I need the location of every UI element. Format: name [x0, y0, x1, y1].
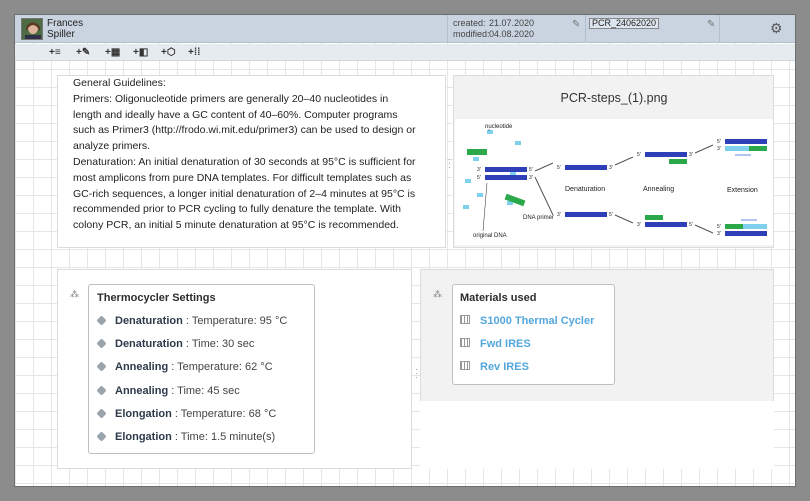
settings-row[interactable]: Annealing : Temperature: 62 °C	[96, 361, 273, 373]
modified-date: 04.08.2020	[489, 29, 535, 39]
sample-hub-icon[interactable]: ⁂	[70, 289, 79, 300]
guidelines-text: General Guidelines: Primers: Oligonucleo…	[73, 76, 447, 234]
settings-row[interactable]: Elongation : Temperature: 68 °C	[96, 408, 276, 420]
svg-text:3': 3'	[637, 222, 641, 228]
guideline-line: such as Primer3 (http://frodo.wi.mit.edu…	[73, 124, 416, 137]
gear-icon[interactable]: ⚙	[770, 20, 783, 37]
add-text-button[interactable]: +≡	[49, 46, 61, 59]
materials-title: Materials used	[460, 292, 537, 304]
header-divider	[585, 15, 586, 43]
cube-icon	[96, 431, 107, 442]
svg-text:3': 3'	[557, 212, 561, 218]
extension-label: Extension	[727, 187, 758, 194]
svg-text:5': 5'	[637, 152, 641, 158]
extended-primer	[725, 224, 743, 229]
denatured-strand	[565, 165, 607, 170]
edit-date-pencil-icon[interactable]: ✎	[572, 19, 580, 30]
toolbar: +≡ +✎ +▦ +◧ +⬡ +⁞⁞	[15, 44, 795, 61]
user-first-name: Frances	[47, 18, 84, 29]
thermocycler-title: Thermocycler Settings	[97, 292, 216, 304]
svg-text:5': 5'	[689, 222, 693, 228]
svg-text:5': 5'	[557, 165, 561, 171]
extended-strand	[725, 231, 767, 236]
created-label: created:	[453, 18, 486, 28]
svg-text:5': 5'	[609, 212, 613, 218]
denatured-strand	[565, 212, 607, 217]
avatar[interactable]	[21, 18, 43, 40]
original-dna-label: original DNA	[473, 233, 507, 239]
settings-row[interactable]: Annealing : Time: 45 sec	[96, 385, 240, 397]
cube-icon	[96, 361, 107, 372]
primer-strand	[467, 149, 487, 155]
guideline-line: most amplicons from pure DNA templates. …	[73, 171, 412, 184]
svg-text:3': 3'	[717, 231, 721, 237]
header-bar: Frances Spiller created: 21.07.2020 modif…	[15, 15, 795, 43]
panel-resize-handle[interactable]: · · ·	[448, 155, 451, 172]
guideline-line: length and ideally have a GC content of …	[73, 108, 398, 121]
created-date: 21.07.2020	[489, 18, 535, 28]
edit-title-pencil-icon[interactable]: ✎	[707, 19, 715, 30]
settings-row[interactable]: Denaturation : Temperature: 95 °C	[96, 315, 287, 327]
guideline-line: Denaturation: An initial denaturation of…	[73, 155, 416, 168]
add-drawing-button[interactable]: +✎	[76, 46, 90, 59]
equipment-icon	[460, 361, 470, 370]
add-table-button[interactable]: +▦	[105, 46, 120, 59]
image-filename: PCR-steps_(1).png	[560, 91, 668, 105]
cube-icon	[96, 385, 107, 396]
add-image-button[interactable]: +◧	[133, 46, 148, 59]
dna-strand-bottom	[485, 175, 527, 180]
add-sample-button[interactable]: +⬡	[161, 46, 176, 59]
svg-text:3': 3'	[529, 175, 533, 181]
svg-text:5': 5'	[477, 175, 481, 181]
settings-row[interactable]: Elongation : Time: 1.5 minute(s)	[96, 431, 275, 443]
header-divider	[447, 15, 448, 43]
header-divider	[719, 15, 720, 43]
material-link[interactable]: Fwd IRES	[480, 338, 531, 350]
extended-primer	[749, 146, 767, 151]
guideline-line: Primers: Oligonucleotide primers are gen…	[73, 92, 389, 105]
svg-text:3': 3'	[717, 146, 721, 152]
cube-icon	[96, 338, 107, 349]
material-link[interactable]: Rev IRES	[480, 361, 529, 373]
guideline-line: General Guidelines:	[73, 77, 166, 89]
svg-text:5': 5'	[717, 224, 721, 230]
annealed-strand	[645, 222, 687, 227]
guideline-line: analyze primers.	[73, 140, 151, 153]
annealed-strand	[645, 152, 687, 157]
app-window: Frances Spiller created: 21.07.2020 modif…	[14, 14, 796, 487]
experiment-title-field[interactable]: PCR_24062020	[589, 18, 659, 29]
guideline-line: colony PCR, an initial 5 minute denatura…	[73, 219, 399, 232]
annealed-primer	[669, 159, 687, 164]
guideline-line: GC-rich sequences, a longer initial dena…	[73, 187, 416, 200]
denaturation-label: Denaturation	[565, 186, 605, 193]
sample-hub-icon[interactable]: ⁂	[433, 289, 442, 300]
annealed-primer	[645, 215, 663, 220]
materials-panel-footer	[420, 401, 774, 469]
panel-resize-handle[interactable]: · · ·	[415, 365, 418, 382]
svg-text:5': 5'	[717, 139, 721, 145]
svg-text:3': 3'	[477, 167, 481, 173]
equipment-icon	[460, 315, 470, 324]
cube-icon	[96, 315, 107, 326]
add-grid-button[interactable]: +⁞⁞	[188, 46, 201, 59]
svg-text:3': 3'	[609, 165, 613, 171]
guideline-line: recommended prior to PCR cycling to full…	[73, 203, 401, 216]
material-link[interactable]: S1000 Thermal Cycler	[480, 315, 594, 327]
user-name: Frances Spiller	[47, 18, 83, 40]
dna-primer-label: DNA primer	[523, 215, 554, 221]
screen-frame: Frances Spiller created: 21.07.2020 modif…	[0, 0, 810, 501]
pcr-steps-image: nucleotide 3' 5' 5' 3' DNA primer origin…	[455, 119, 773, 245]
dna-strand-top	[485, 167, 527, 172]
annealing-label: Annealing	[643, 186, 674, 193]
cube-icon	[96, 408, 107, 419]
settings-row[interactable]: Denaturation : Time: 30 sec	[96, 338, 254, 350]
svg-text:5': 5'	[529, 167, 533, 173]
extended-strand	[725, 139, 767, 144]
svg-text:3': 3'	[689, 152, 693, 158]
modified-label: modified:	[453, 29, 490, 39]
user-last-name: Spiller	[47, 29, 75, 40]
equipment-icon	[460, 338, 470, 347]
